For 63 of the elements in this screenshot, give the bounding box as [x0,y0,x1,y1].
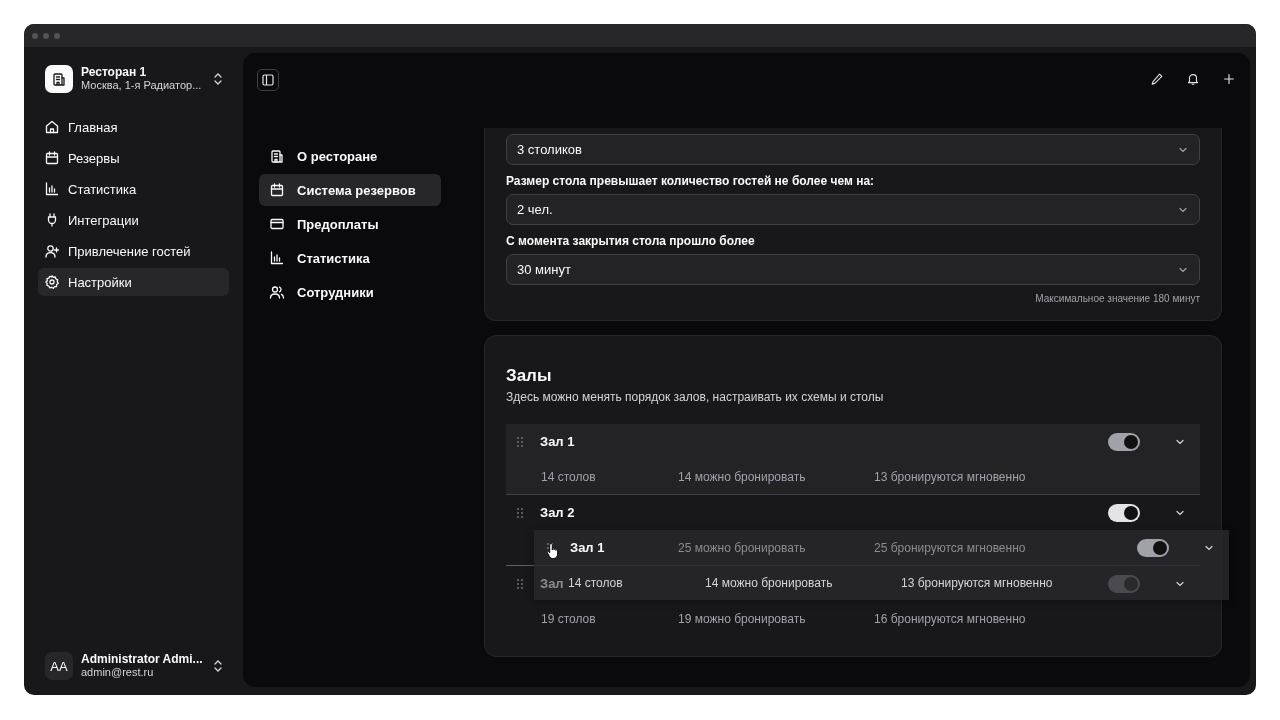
chevron-up-down-icon[interactable] [213,72,223,86]
bell-icon[interactable] [1186,72,1200,86]
hall-stat: 19 можно бронировать [678,611,806,626]
drag-handle-icon[interactable] [516,577,524,590]
hall-name: Зал [540,576,564,591]
hall-stat: 25 можно бронировать [678,540,806,555]
settings-nav-item[interactable]: Система резервов [259,174,441,206]
building-icon [269,148,285,164]
hall-stat: 25 бронируются мгновенно [874,540,1026,555]
sidebar-item[interactable]: Резервы [38,144,229,172]
bar-chart-icon [269,250,285,266]
user-plus-icon [44,243,60,259]
restaurant-address: Москва, 1-я Радиатор... [81,79,203,92]
toggle-switch[interactable] [1137,538,1169,557]
sidebar-item[interactable]: Привлечение гостей [38,237,229,265]
building-icon [51,71,67,87]
chevron-up-down-icon[interactable] [213,659,223,673]
sidebar-toggle-button[interactable] [257,69,279,91]
credit-card-icon [269,216,285,232]
select-field[interactable]: 30 минут [506,254,1200,285]
settings-nav-item[interactable]: Статистика [259,242,441,274]
sidebar-item[interactable]: Статистика [38,175,229,203]
hall-name: Зал 1 [540,434,575,449]
users-icon [269,284,285,300]
settings-nav-item[interactable]: Сотрудники [259,276,441,308]
hall-stat: 14 столов [568,575,623,590]
pencil-icon[interactable] [1150,72,1164,86]
plus-icon[interactable] [1222,72,1236,86]
hall-stat: 13 бронируются мгновенно [901,575,1053,590]
settings-nav-item[interactable]: Предоплаты [259,208,441,240]
field-hint: Максимальное значение 180 минут [1034,293,1200,304]
hall-name: Зал 1 [570,540,605,555]
settings-nav-item[interactable]: О ресторане [259,140,441,172]
user-avatar: AA [45,652,73,680]
bar-chart-icon [44,181,60,197]
home-icon [44,119,60,135]
hall-name: Зал 2 [540,505,575,520]
sidebar-item[interactable]: Интеграции [38,206,229,234]
settings-icon [44,274,60,290]
sidebar-item[interactable]: Главная [38,113,229,141]
hall-stat: 14 можно бронировать [705,575,833,590]
field-label: Размер стола превышает количество гостей не более чем на: [506,174,876,188]
toggle-switch[interactable] [1108,503,1140,522]
hall-stat: 14 столов [541,469,596,484]
hall-stat: 14 можно бронировать [678,469,806,484]
sidebar-item[interactable]: Настройки [38,268,229,296]
section-subtitle: Здесь можно менять порядок залов, настраивать их схемы и столы [506,390,885,404]
drag-handle-icon[interactable] [516,506,524,519]
toggle-switch[interactable] [1108,432,1140,451]
hall-stat: 19 столов [541,611,596,626]
user-name: Administrator Admi... [81,653,204,666]
calendar-icon [269,182,285,198]
user-email: admin@rest.ru [81,666,155,679]
calendar-icon [44,150,60,166]
select-field[interactable]: 2 чел. [506,194,1200,225]
hall-stat: 16 бронируются мгновенно [874,611,1026,626]
section-title: Залы [506,366,553,386]
panel-icon [262,74,274,86]
hall-stat: 13 бронируются мгновенно [874,469,1026,484]
field-label: С момента закрытия стола прошло более [506,234,756,248]
drag-handle-icon[interactable] [516,435,524,448]
select-field[interactable]: 3 столиков [506,134,1200,165]
restaurant-name: Ресторан 1 [81,66,148,79]
